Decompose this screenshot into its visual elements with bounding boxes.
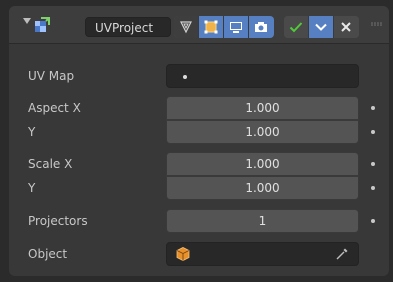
uv-map-row: UV Map <box>9 64 389 88</box>
object-field[interactable] <box>166 242 359 266</box>
render-toggle[interactable] <box>249 16 274 38</box>
editmode-icon <box>204 20 218 34</box>
apply-checkmark-button[interactable] <box>284 16 309 38</box>
visibility-toggles <box>174 16 274 38</box>
aspect-x-field[interactable]: 1.000 <box>166 96 359 120</box>
edit-cage-toggle[interactable] <box>174 16 199 38</box>
uv-map-bullet-icon <box>183 75 187 79</box>
drag-handle-icon[interactable] <box>371 22 383 26</box>
projectors-keyframe-icon[interactable] <box>371 219 375 223</box>
realtime-icon <box>230 22 242 33</box>
aspect-y-field[interactable]: 1.000 <box>166 120 359 144</box>
scale-x-keyframe-icon[interactable] <box>371 162 375 166</box>
scale-y-label: Y <box>28 181 36 195</box>
modifier-header: UVProject <box>9 6 389 44</box>
uv-map-label: UV Map <box>28 69 75 83</box>
object-row: Object <box>9 242 389 266</box>
modifier-panel: UVProject UV Map Aspect X 1.000 Y 1.000 … <box>9 6 389 276</box>
uv-map-field[interactable] <box>166 64 359 88</box>
projectors-row: Projectors 1 <box>9 209 389 233</box>
disclosure-triangle-icon[interactable] <box>23 18 31 24</box>
aspect-x-row: Aspect X 1.000 <box>9 96 389 120</box>
aspect-x-keyframe-icon[interactable] <box>371 106 375 110</box>
editmode-toggle[interactable] <box>199 16 224 38</box>
aspect-y-label: Y <box>28 125 36 139</box>
scale-x-field[interactable]: 1.000 <box>166 152 359 176</box>
aspect-x-label: Aspect X <box>28 101 81 115</box>
scale-y-field[interactable]: 1.000 <box>166 176 359 200</box>
aspect-y-row: Y 1.000 <box>9 120 389 144</box>
remove-x-icon <box>341 22 351 32</box>
eyedropper-icon[interactable] <box>334 246 350 262</box>
aspect-y-keyframe-icon[interactable] <box>371 130 375 134</box>
remove-button[interactable] <box>334 16 359 38</box>
pin-toggles <box>284 16 359 38</box>
scale-y-row: Y 1.000 <box>9 176 389 200</box>
scale-x-row: Scale X 1.000 <box>9 152 389 176</box>
modifier-name-field[interactable]: UVProject <box>85 17 171 37</box>
projectors-label: Projectors <box>28 214 88 228</box>
apply-checkmark-icon <box>289 22 303 33</box>
object-icon <box>176 247 190 261</box>
uvproject-modifier-icon <box>35 17 50 32</box>
dropdown-button[interactable] <box>309 16 334 38</box>
edit-cage-icon <box>180 21 192 34</box>
object-label: Object <box>28 247 68 261</box>
scale-y-keyframe-icon[interactable] <box>371 186 375 190</box>
realtime-toggle[interactable] <box>224 16 249 38</box>
render-icon <box>255 22 267 32</box>
scale-x-label: Scale X <box>28 157 73 171</box>
dropdown-chevron-icon <box>315 23 327 31</box>
projectors-field[interactable]: 1 <box>166 209 359 233</box>
